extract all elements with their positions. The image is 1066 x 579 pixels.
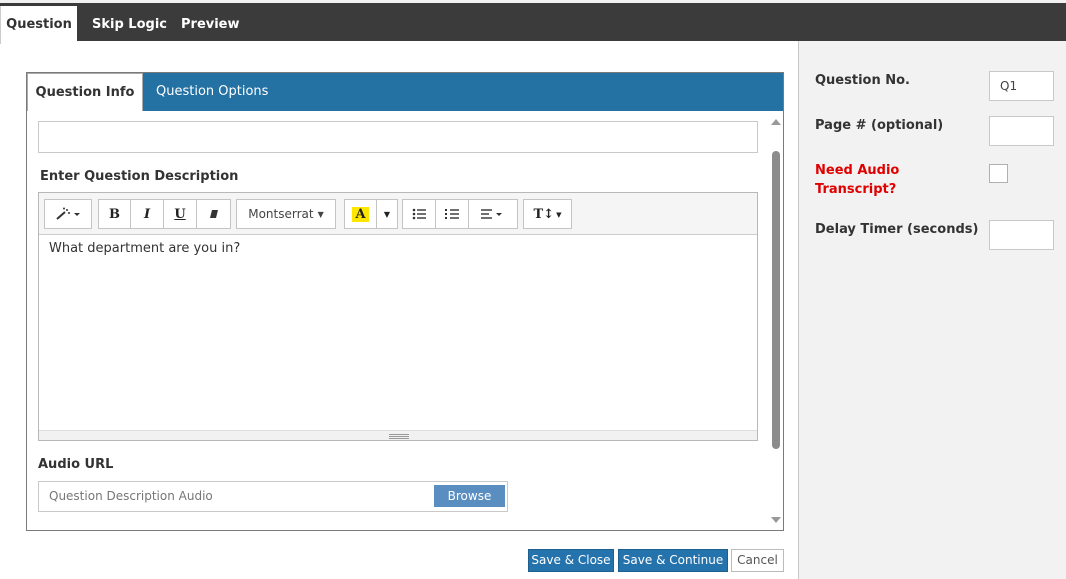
font-family-dropdown[interactable]: Montserrat ▼ [237, 200, 335, 228]
chevron-down-icon: ▼ [317, 209, 324, 219]
highlight-letter: A [352, 206, 369, 222]
editor-resize-handle[interactable] [39, 430, 757, 440]
magic-wand-icon[interactable] [45, 200, 91, 228]
style-group [44, 199, 92, 229]
audio-transcript-label: Need Audio Transcript? [815, 161, 899, 199]
grip-icon [389, 434, 409, 435]
question-no-label: Question No. [815, 73, 910, 88]
bold-button[interactable]: B [99, 200, 131, 228]
color-dropdown-icon[interactable]: ▼ [377, 200, 397, 228]
delay-timer-input[interactable] [989, 220, 1054, 250]
scroll-down-icon[interactable] [771, 517, 781, 523]
italic-button[interactable]: I [131, 200, 164, 228]
format-group: B I U [98, 199, 231, 229]
numbered-list-icon[interactable] [436, 200, 469, 228]
bullet-list-icon[interactable] [403, 200, 436, 228]
rich-text-editor[interactable]: B I U Montserrat ▼ A ▼ T↕ ▼ What departm… [38, 192, 758, 441]
font-family-label: Montserrat [248, 207, 314, 221]
scroll-thumb[interactable] [772, 151, 780, 449]
description-label: Enter Question Description [40, 169, 239, 184]
scrollbar[interactable] [769, 113, 783, 530]
audio-url-input[interactable]: Question Description Audio [49, 482, 213, 511]
tab-preview[interactable]: Preview [181, 6, 240, 44]
align-dropdown-icon[interactable] [469, 200, 517, 228]
audio-url-label: Audio URL [38, 457, 114, 472]
chevron-down-icon: ▼ [556, 209, 562, 219]
underline-button[interactable]: U [164, 200, 197, 228]
tab-question-info[interactable]: Question Info [27, 73, 143, 111]
audio-transcript-label-line2: Transcript? [815, 182, 897, 197]
audio-transcript-checkbox[interactable] [989, 164, 1008, 183]
question-no-input[interactable]: Q1 [989, 71, 1054, 101]
page-number-input[interactable] [989, 116, 1054, 146]
page-number-label: Page # (optional) [815, 118, 944, 133]
paragraph-group [402, 199, 518, 229]
save-continue-button[interactable]: Save & Continue [618, 549, 728, 572]
text-size-icon: T↕ [533, 206, 555, 222]
tab-question[interactable]: Question [0, 6, 77, 44]
tab-skip-logic[interactable]: Skip Logic [92, 6, 167, 44]
color-group: A ▼ [344, 199, 398, 229]
description-text[interactable]: What department are you in? [49, 241, 240, 256]
font-group: Montserrat ▼ [236, 199, 336, 229]
save-close-button[interactable]: Save & Close [528, 549, 614, 572]
audio-url-group: Question Description Audio Browse [38, 481, 508, 512]
text-size-button[interactable]: T↕ ▼ [524, 200, 571, 228]
tab-question-options[interactable]: Question Options [156, 73, 268, 111]
delay-timer-label: Delay Timer (seconds) [815, 222, 979, 237]
question-card: Question Info Question Options Enter Que… [26, 72, 784, 531]
top-tab-bar: Question Skip Logic Preview [0, 0, 1066, 44]
cancel-button[interactable]: Cancel [731, 549, 784, 572]
question-title-input[interactable] [38, 121, 758, 153]
eraser-icon[interactable] [197, 200, 230, 228]
question-settings-panel: Question No. Q1 Page # (optional) Need A… [798, 41, 1066, 579]
audio-transcript-label-line1: Need Audio [815, 163, 900, 178]
question-editor: Question Skip Logic Preview Question Inf… [0, 0, 1066, 579]
inner-tab-bar: Question Info Question Options [27, 73, 783, 111]
highlight-color-button[interactable]: A [345, 200, 377, 228]
size-group: T↕ ▼ [523, 199, 572, 229]
browse-button[interactable]: Browse [434, 485, 505, 507]
editor-toolbar: B I U Montserrat ▼ A ▼ T↕ ▼ [39, 193, 757, 235]
scroll-up-icon[interactable] [771, 119, 781, 125]
